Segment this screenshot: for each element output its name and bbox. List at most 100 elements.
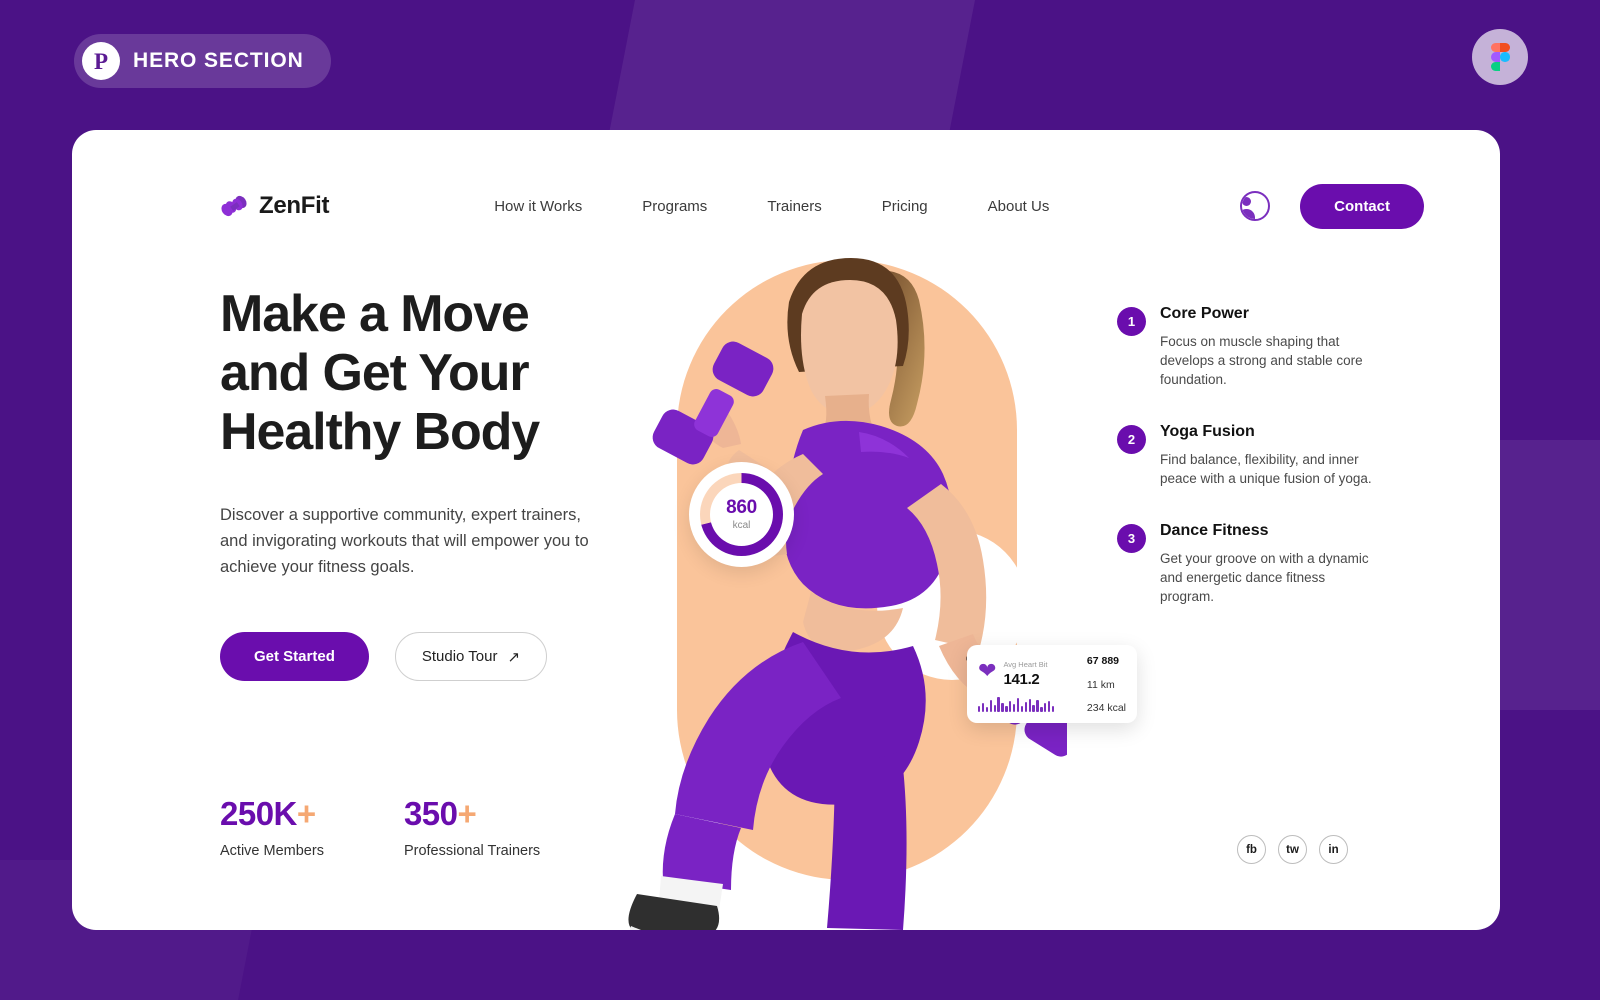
calories-unit: kcal bbox=[732, 520, 751, 531]
stats-row: 250K+ Active Members 350+ Professional T… bbox=[220, 795, 540, 859]
heart-rate-bar bbox=[1001, 702, 1004, 712]
feature-title: Core Power bbox=[1160, 305, 1249, 322]
feature-item-dance-fitness: 3 Dance Fitness Get your groove on with … bbox=[1117, 522, 1382, 606]
figma-glyph bbox=[1490, 42, 1510, 72]
calories-burned-value: 234 kcal bbox=[1086, 702, 1126, 714]
feature-body: Dance Fitness Get your groove on with a … bbox=[1160, 522, 1382, 606]
stat-number: 350 bbox=[403, 795, 458, 832]
heart-rate-bar bbox=[1009, 700, 1012, 712]
social-linkedin-icon[interactable]: in bbox=[1319, 835, 1348, 864]
athlete-photo bbox=[628, 258, 1067, 930]
heart-rate-bar bbox=[1016, 697, 1020, 712]
heart-rate-bar bbox=[997, 696, 1000, 712]
heart-rate-bar bbox=[1024, 701, 1027, 712]
get-started-button[interactable]: Get Started bbox=[220, 632, 369, 681]
heart-icon: ❤ bbox=[978, 658, 997, 684]
page-title: Make a Move and Get Your Healthy Body bbox=[220, 285, 590, 462]
stat-label: Professional Trainers bbox=[403, 843, 541, 859]
calories-ring: 860 kcal bbox=[700, 473, 783, 556]
heart-rate-bar bbox=[985, 706, 989, 712]
brand-logo[interactable]: ZenFit bbox=[220, 192, 330, 220]
nav-actions: Contact bbox=[1240, 183, 1424, 229]
feature-title: Dance Fitness bbox=[1160, 522, 1269, 539]
hero-section-badge: P HERO SECTION bbox=[74, 34, 331, 88]
arrow-up-right-icon: ↗ bbox=[507, 648, 521, 666]
heart-rate-value: 141.2 bbox=[1003, 671, 1040, 688]
heart-rate-bar bbox=[1020, 705, 1024, 712]
heart-rate-bar bbox=[1044, 702, 1047, 712]
stat-label: Active Members bbox=[220, 843, 324, 859]
hero-cta-row: Get Started Studio Tour ↗ bbox=[220, 632, 590, 681]
feature-description: Find balance, flexibility, and inner pea… bbox=[1160, 452, 1372, 486]
nav-link-about-us[interactable]: About Us bbox=[988, 198, 1050, 215]
heart-rate-header: ❤ Avg Heart Bit 141.2 bbox=[978, 654, 1079, 689]
heart-rate-bar bbox=[1048, 700, 1051, 712]
figma-logo-icon[interactable] bbox=[1472, 29, 1528, 85]
stat-number: 250K bbox=[220, 795, 297, 832]
nav-link-how-it-works[interactable]: How it Works bbox=[494, 198, 582, 215]
nav-link-programs[interactable]: Programs bbox=[642, 198, 707, 215]
main-navigation: ZenFit How it Works Programs Trainers Pr… bbox=[220, 178, 1424, 234]
calories-value: 860 bbox=[726, 497, 757, 518]
heart-rate-bar bbox=[1005, 705, 1008, 712]
heart-rate-bar bbox=[978, 705, 981, 712]
hero-section-badge-label: HERO SECTION bbox=[133, 49, 304, 72]
heart-rate-bar bbox=[993, 704, 996, 712]
brand-name: ZenFit bbox=[259, 192, 330, 219]
feature-title: Yoga Fusion bbox=[1160, 423, 1255, 440]
social-links: fb tw in bbox=[1237, 835, 1348, 864]
calories-widget: 860 kcal bbox=[689, 462, 794, 567]
stat-value: 350+ bbox=[404, 795, 540, 833]
badge-logo-icon: P bbox=[82, 42, 120, 80]
stat-suffix: + bbox=[296, 795, 316, 832]
heart-rate-bar bbox=[1028, 698, 1031, 712]
headline-line-3: Healthy Body bbox=[220, 403, 540, 461]
feature-number: 2 bbox=[1117, 425, 1146, 454]
stat-active-members: 250K+ Active Members bbox=[220, 795, 324, 859]
heart-rate-text: Avg Heart Bit 141.2 bbox=[1003, 654, 1047, 689]
hero-page-card: ZenFit How it Works Programs Trainers Pr… bbox=[72, 130, 1500, 930]
user-avatar-icon[interactable] bbox=[1240, 191, 1271, 221]
stat-value: 250K+ bbox=[220, 795, 324, 833]
feature-body: Yoga Fusion Find balance, flexibility, a… bbox=[1160, 423, 1382, 488]
stat-professional-trainers: 350+ Professional Trainers bbox=[404, 795, 540, 859]
heart-rate-bar bbox=[1051, 705, 1055, 712]
feature-number: 3 bbox=[1117, 524, 1146, 553]
feature-description: Get your groove on with a dynamic and en… bbox=[1160, 551, 1369, 604]
contact-button[interactable]: Contact bbox=[1300, 183, 1424, 229]
hero-visual: 860 kcal ❤ Avg Heart Bit 141.2 67 889 11… bbox=[597, 240, 1137, 930]
social-twitter-icon[interactable]: tw bbox=[1278, 835, 1307, 864]
nav-links: How it Works Programs Trainers Pricing A… bbox=[494, 198, 1049, 215]
heart-rate-bar bbox=[1036, 699, 1039, 712]
feature-body: Core Power Focus on muscle shaping that … bbox=[1160, 305, 1382, 389]
social-facebook-icon[interactable]: fb bbox=[1237, 835, 1266, 864]
feature-item-yoga-fusion: 2 Yoga Fusion Find balance, flexibility,… bbox=[1117, 423, 1382, 488]
hero-copy-column: Make a Move and Get Your Healthy Body Di… bbox=[220, 285, 590, 681]
heart-rate-bar bbox=[989, 699, 992, 712]
feature-description: Focus on muscle shaping that develops a … bbox=[1160, 334, 1363, 387]
studio-tour-button[interactable]: Studio Tour ↗ bbox=[394, 632, 548, 681]
studio-tour-label: Studio Tour bbox=[421, 648, 498, 665]
feature-list: 1 Core Power Focus on muscle shaping tha… bbox=[1117, 305, 1382, 640]
heart-rate-main: ❤ Avg Heart Bit 141.2 bbox=[978, 654, 1079, 714]
dumbbell-icon bbox=[220, 193, 250, 219]
feature-item-core-power: 1 Core Power Focus on muscle shaping tha… bbox=[1117, 305, 1382, 389]
feature-number: 1 bbox=[1117, 307, 1146, 336]
heart-rate-bar bbox=[1040, 706, 1043, 712]
distance-value: 11 km bbox=[1086, 678, 1115, 691]
heart-rate-stats: 67 889 11 km 234 kcal bbox=[1087, 654, 1126, 714]
nav-link-pricing[interactable]: Pricing bbox=[882, 198, 928, 215]
heart-rate-card: ❤ Avg Heart Bit 141.2 67 889 11 km 234 k… bbox=[967, 645, 1137, 723]
heart-rate-bar bbox=[1013, 703, 1016, 712]
heart-rate-bar bbox=[981, 702, 985, 712]
nav-link-trainers[interactable]: Trainers bbox=[767, 198, 821, 215]
calories-ring-center: 860 kcal bbox=[710, 483, 773, 546]
headline-line-2: and Get Your bbox=[220, 344, 530, 402]
heart-rate-caption: Avg Heart Bit bbox=[1003, 660, 1048, 669]
heart-rate-bar bbox=[1032, 704, 1035, 712]
steps-value: 67 889 bbox=[1086, 655, 1120, 667]
headline-line-1: Make a Move bbox=[220, 285, 530, 343]
heart-rate-bars bbox=[978, 695, 1079, 712]
hero-subtext: Discover a supportive community, expert … bbox=[220, 506, 589, 576]
stat-suffix: + bbox=[457, 795, 477, 832]
